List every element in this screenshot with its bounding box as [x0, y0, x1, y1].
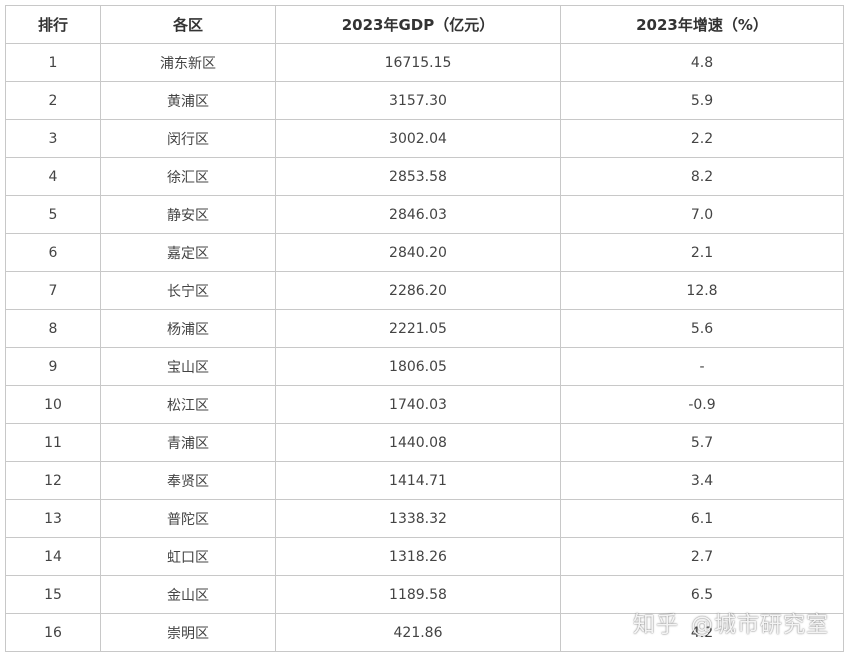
cell-growth: 7.0 [560, 195, 844, 234]
cell-growth: 4.8 [560, 43, 844, 82]
cell-growth: 5.7 [560, 423, 844, 462]
cell-district: 长宁区 [100, 271, 276, 310]
cell-rank: 10 [5, 385, 101, 424]
table-row: 14 虹口区 1318.26 2.7 [5, 537, 844, 576]
cell-rank: 4 [5, 157, 101, 196]
table-row: 3 闵行区 3002.04 2.2 [5, 119, 844, 158]
cell-district: 金山区 [100, 575, 276, 614]
cell-rank: 13 [5, 499, 101, 538]
cell-rank: 8 [5, 309, 101, 348]
cell-rank: 2 [5, 81, 101, 120]
cell-rank: 15 [5, 575, 101, 614]
cell-district: 宝山区 [100, 347, 276, 386]
cell-district: 闵行区 [100, 119, 276, 158]
cell-district: 崇明区 [100, 613, 276, 652]
cell-gdp: 2840.20 [275, 233, 561, 272]
cell-gdp: 1740.03 [275, 385, 561, 424]
table-row: 7 长宁区 2286.20 12.8 [5, 271, 844, 310]
cell-gdp: 1806.05 [275, 347, 561, 386]
cell-district: 奉贤区 [100, 461, 276, 500]
header-district: 各区 [100, 5, 276, 44]
cell-district: 普陀区 [100, 499, 276, 538]
header-gdp: 2023年GDP（亿元） [275, 5, 561, 44]
cell-district: 杨浦区 [100, 309, 276, 348]
cell-gdp: 3157.30 [275, 81, 561, 120]
cell-growth: - [560, 347, 844, 386]
cell-growth: -0.9 [560, 385, 844, 424]
cell-rank: 14 [5, 537, 101, 576]
header-growth: 2023年增速（%） [560, 5, 844, 44]
table-row: 9 宝山区 1806.05- [5, 347, 844, 386]
gdp-ranking-table: 排行 各区 2023年GDP（亿元） 2023年增速（%） 1 浦东新区 16715… [5, 5, 844, 652]
cell-district: 嘉定区 [100, 233, 276, 272]
cell-growth: 2.2 [560, 119, 844, 158]
cell-gdp: 2853.58 [275, 157, 561, 196]
table-row: 8 杨浦区 2221.05 5.6 [5, 309, 844, 348]
cell-district: 黄浦区 [100, 81, 276, 120]
cell-growth: 2.7 [560, 537, 844, 576]
cell-rank: 16 [5, 613, 101, 652]
table-row: 12 奉贤区 1414.71 3.4 [5, 461, 844, 500]
table-row: 15 金山区 1189.58 6.5 [5, 575, 844, 614]
cell-gdp: 1440.08 [275, 423, 561, 462]
cell-gdp: 2286.20 [275, 271, 561, 310]
cell-growth: 8.2 [560, 157, 844, 196]
table-row: 16 崇明区 421.86 4.2 [5, 613, 844, 652]
table-body: 1 浦东新区 16715.15 4.8 2 黄浦区 3157.30 5.9 3 闵行区 3002.0… [5, 43, 844, 652]
header-rank: 排行 [5, 5, 101, 44]
cell-rank: 1 [5, 43, 101, 82]
cell-growth: 5.6 [560, 309, 844, 348]
cell-growth: 2.1 [560, 233, 844, 272]
cell-growth: 4.2 [560, 613, 844, 652]
table-row: 6 嘉定区 2840.20 2.1 [5, 233, 844, 272]
cell-gdp: 1338.32 [275, 499, 561, 538]
cell-gdp: 1318.26 [275, 537, 561, 576]
cell-growth: 6.5 [560, 575, 844, 614]
table-row: 1 浦东新区 16715.15 4.8 [5, 43, 844, 82]
cell-gdp: 421.86 [275, 613, 561, 652]
cell-rank: 5 [5, 195, 101, 234]
header-row: 排行 各区 2023年GDP（亿元） 2023年增速（%） [5, 5, 844, 44]
table-row: 4 徐汇区 2853.58 8.2 [5, 157, 844, 196]
cell-district: 徐汇区 [100, 157, 276, 196]
cell-rank: 11 [5, 423, 101, 462]
cell-district: 浦东新区 [100, 43, 276, 82]
table-row: 5 静安区 2846.03 7.0 [5, 195, 844, 234]
cell-growth: 5.9 [560, 81, 844, 120]
cell-district: 松江区 [100, 385, 276, 424]
cell-gdp: 1414.71 [275, 461, 561, 500]
table-row: 13 普陀区 1338.32 6.1 [5, 499, 844, 538]
cell-rank: 7 [5, 271, 101, 310]
table-row: 2 黄浦区 3157.30 5.9 [5, 81, 844, 120]
cell-rank: 3 [5, 119, 101, 158]
table-row: 10 松江区 1740.03 -0.9 [5, 385, 844, 424]
cell-rank: 6 [5, 233, 101, 272]
cell-district: 虹口区 [100, 537, 276, 576]
table-header: 排行 各区 2023年GDP（亿元） 2023年增速（%） [5, 5, 844, 44]
cell-rank: 9 [5, 347, 101, 386]
cell-growth: 3.4 [560, 461, 844, 500]
cell-gdp: 16715.15 [275, 43, 561, 82]
cell-gdp: 1189.58 [275, 575, 561, 614]
cell-district: 静安区 [100, 195, 276, 234]
cell-growth: 6.1 [560, 499, 844, 538]
cell-gdp: 3002.04 [275, 119, 561, 158]
cell-gdp: 2846.03 [275, 195, 561, 234]
cell-gdp: 2221.05 [275, 309, 561, 348]
cell-rank: 12 [5, 461, 101, 500]
cell-growth: 12.8 [560, 271, 844, 310]
table-row: 11 青浦区 1440.08 5.7 [5, 423, 844, 462]
cell-district: 青浦区 [100, 423, 276, 462]
